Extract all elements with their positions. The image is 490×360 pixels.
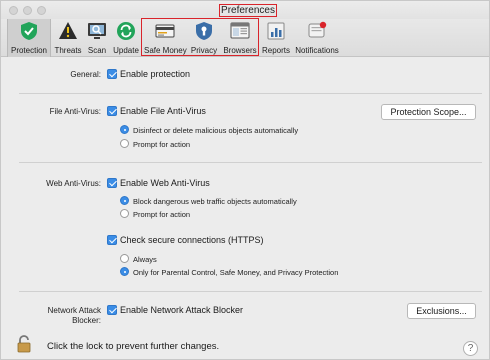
- general-label: General:: [70, 70, 101, 79]
- enable-file-antivirus-label: Enable File Anti-Virus: [120, 106, 206, 116]
- tab-update[interactable]: Update: [111, 19, 141, 57]
- close-window-button[interactable]: [9, 6, 18, 15]
- enable-network-attack-blocker-label: Enable Network Attack Blocker: [120, 305, 244, 315]
- network-attack-label-line1: Network Attack: [47, 306, 101, 315]
- network-attack-label-line2: Blocker:: [72, 316, 101, 325]
- tab-protection[interactable]: Protection: [7, 19, 51, 57]
- title-bar: Preferences: [1, 1, 489, 19]
- web-antivirus-label: Web Anti-Virus:: [46, 179, 101, 188]
- privacy-shield-icon: [196, 22, 212, 40]
- scan-monitor-icon: [88, 23, 106, 39]
- enable-web-antivirus-checkbox[interactable]: [107, 178, 117, 188]
- notification-bell-icon: [308, 21, 327, 38]
- enable-file-antivirus-checkbox[interactable]: [107, 106, 117, 116]
- file-antivirus-label: File Anti-Virus:: [49, 107, 101, 116]
- protection-scope-button[interactable]: Protection Scope...: [381, 104, 476, 120]
- https-only-radio[interactable]: [120, 267, 129, 276]
- tab-privacy-label: Privacy: [190, 46, 218, 55]
- check-https-checkbox[interactable]: [107, 235, 117, 245]
- window-title: Preferences: [219, 4, 277, 17]
- disinfect-radio[interactable]: [120, 125, 129, 134]
- tab-browsers[interactable]: Browsers: [221, 19, 259, 57]
- enable-web-antivirus-label: Enable Web Anti-Virus: [120, 178, 210, 188]
- tab-reports[interactable]: Reports: [261, 19, 291, 57]
- credit-card-icon: [155, 24, 175, 38]
- tab-scan[interactable]: Scan: [85, 19, 109, 57]
- tab-protection-label: Protection: [10, 46, 48, 55]
- block-dangerous-radio[interactable]: [120, 196, 129, 205]
- tab-notifications[interactable]: Notifications: [293, 19, 341, 57]
- file-prompt-radio-label: Prompt for action: [133, 140, 191, 149]
- tab-threats-label: Threats: [54, 46, 82, 55]
- tab-notifications-label: Notifications: [295, 46, 339, 55]
- exclusions-button[interactable]: Exclusions...: [407, 303, 476, 319]
- tab-safe-money[interactable]: Safe Money: [144, 19, 187, 57]
- reports-icon: [267, 22, 285, 40]
- enable-protection-label: Enable protection: [120, 69, 191, 79]
- warning-icon: [59, 22, 77, 39]
- tab-privacy[interactable]: Privacy: [189, 19, 219, 57]
- https-always-radio[interactable]: [120, 254, 129, 263]
- zoom-window-button[interactable]: [37, 6, 46, 15]
- divider: [19, 93, 482, 94]
- update-arrows-icon: [117, 22, 135, 40]
- preferences-window: Preferences Protection Threats Scan Upda…: [0, 0, 490, 360]
- protection-settings-panel: General: Enable protection File Anti-Vir…: [9, 58, 482, 359]
- lock-icon[interactable]: [17, 335, 31, 353]
- check-https-label: Check secure connections (HTTPS): [120, 235, 264, 245]
- lock-message: Click the lock to prevent further change…: [47, 341, 220, 352]
- file-prompt-radio[interactable]: [120, 139, 129, 148]
- preferences-toolbar: Protection Threats Scan Update Safe Mone…: [1, 19, 489, 57]
- disinfect-radio-label: Disinfect or delete malicious objects au…: [133, 126, 299, 135]
- block-dangerous-radio-label: Block dangerous web traffic objects auto…: [133, 197, 297, 206]
- web-prompt-radio[interactable]: [120, 209, 129, 218]
- divider: [19, 162, 482, 163]
- tab-scan-label: Scan: [87, 46, 107, 55]
- enable-protection-checkbox[interactable]: [107, 69, 117, 79]
- web-prompt-radio-label: Prompt for action: [133, 210, 191, 219]
- help-button[interactable]: ?: [463, 341, 478, 356]
- divider: [19, 291, 482, 292]
- tab-browsers-label: Browsers: [223, 46, 257, 55]
- enable-network-attack-blocker-checkbox[interactable]: [107, 305, 117, 315]
- shield-check-icon: [21, 22, 37, 40]
- tab-reports-label: Reports: [261, 46, 290, 55]
- tab-threats[interactable]: Threats: [53, 19, 83, 57]
- tab-safe-money-label: Safe Money: [144, 46, 187, 55]
- https-only-radio-label: Only for Parental Control, Safe Money, a…: [133, 268, 339, 277]
- https-always-radio-label: Always: [133, 255, 157, 264]
- minimize-window-button[interactable]: [23, 6, 32, 15]
- browser-window-icon: [230, 22, 250, 39]
- tab-update-label: Update: [113, 46, 139, 55]
